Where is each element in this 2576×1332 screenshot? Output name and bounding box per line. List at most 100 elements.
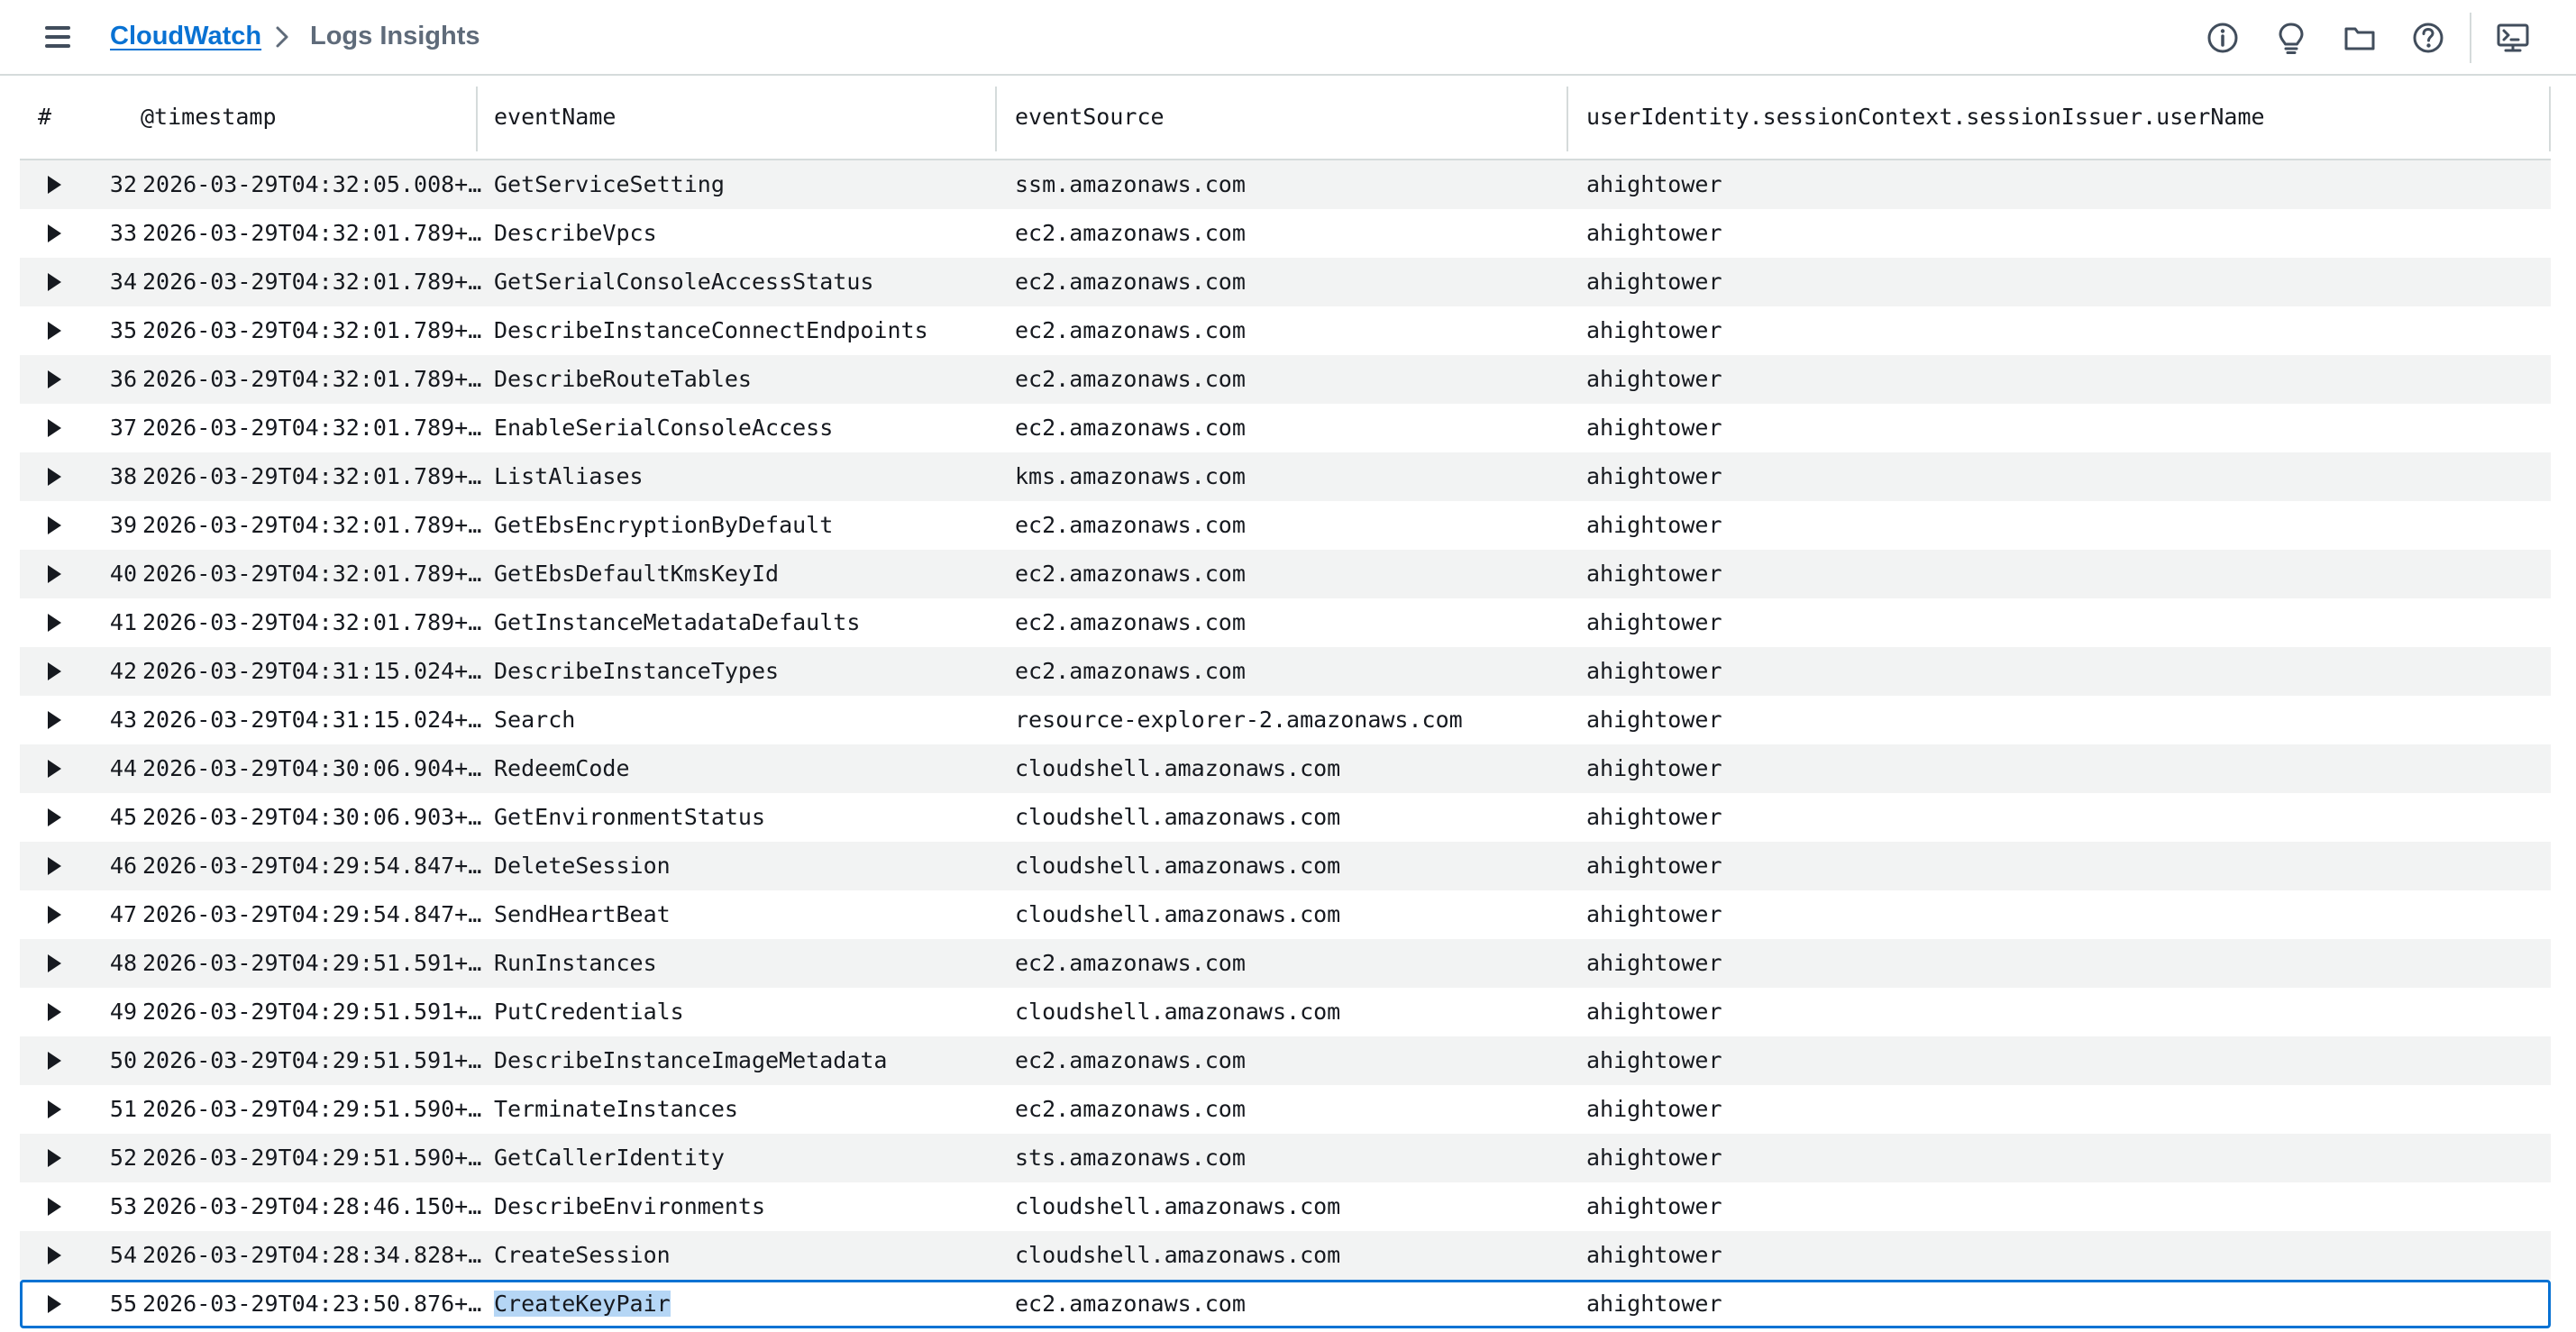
row-index: 48: [109, 950, 137, 976]
row-event-name: Search: [494, 707, 576, 733]
row-event-source: ec2.amazonaws.com: [1015, 317, 1246, 343]
row-timestamp: 2026-03-29T04:32:01.789+…: [142, 366, 482, 392]
expand-caret-icon[interactable]: [48, 516, 61, 534]
row-event-name: EnableSerialConsoleAccess: [494, 415, 834, 441]
table-row[interactable]: 38 2026-03-29T04:32:01.789+… ListAliases km…: [20, 452, 2551, 501]
expand-caret-icon[interactable]: [48, 954, 61, 972]
info-icon[interactable]: [2205, 20, 2241, 56]
folder-icon[interactable]: [2342, 20, 2378, 56]
row-index: 51: [109, 1096, 137, 1122]
expand-caret-icon[interactable]: [48, 273, 61, 291]
table-row[interactable]: 34 2026-03-29T04:32:01.789+… GetSerialCons…: [20, 258, 2551, 306]
row-index: 46: [109, 853, 137, 879]
row-user-name: ahightower: [1586, 463, 1722, 489]
expand-caret-icon[interactable]: [48, 906, 61, 924]
row-user-name: ahightower: [1586, 171, 1722, 197]
row-timestamp: 2026-03-29T04:30:06.903+…: [142, 804, 482, 830]
expand-caret-icon[interactable]: [48, 1246, 61, 1264]
row-index: 41: [109, 609, 137, 635]
row-event-name: GetServiceSetting: [494, 171, 725, 197]
table-row[interactable]: 42 2026-03-29T04:31:15.024+… DescribeInsta…: [20, 647, 2551, 696]
chevron-right-icon: [276, 26, 288, 48]
expand-caret-icon[interactable]: [48, 1295, 61, 1313]
column-header-username[interactable]: userIdentity.sessionContext.sessionIssue…: [1586, 76, 2265, 159]
breadcrumb-cloudwatch-link[interactable]: CloudWatch: [110, 22, 261, 51]
column-resizer[interactable]: [995, 87, 997, 151]
row-event-source: ec2.amazonaws.com: [1015, 609, 1246, 635]
table-row[interactable]: 49 2026-03-29T04:29:51.591+… PutCredential…: [20, 988, 2551, 1036]
row-event-source: ec2.amazonaws.com: [1015, 950, 1246, 976]
table-row[interactable]: 45 2026-03-29T04:30:06.903+… GetEnvironmen…: [20, 793, 2551, 842]
row-user-name: ahightower: [1586, 512, 1722, 538]
column-header-index[interactable]: #: [38, 76, 51, 159]
table-row[interactable]: 53 2026-03-29T04:28:46.150+… DescribeEnvir…: [20, 1182, 2551, 1231]
cloudshell-icon[interactable]: [2495, 20, 2531, 56]
column-resizer[interactable]: [476, 87, 478, 151]
expand-caret-icon[interactable]: [48, 857, 61, 875]
table-row[interactable]: 43 2026-03-29T04:31:15.024+… Search resourc…: [20, 696, 2551, 744]
column-header-eventname[interactable]: eventName: [494, 76, 616, 159]
row-event-name: RunInstances: [494, 950, 657, 976]
row-event-source: sts.amazonaws.com: [1015, 1145, 1246, 1171]
table-row[interactable]: 36 2026-03-29T04:32:01.789+… DescribeRoute…: [20, 355, 2551, 404]
row-event-name: RedeemCode: [494, 755, 630, 781]
table-row[interactable]: 47 2026-03-29T04:29:54.847+… SendHeartBeat…: [20, 890, 2551, 939]
row-timestamp: 2026-03-29T04:32:01.789+…: [142, 220, 482, 246]
row-timestamp: 2026-03-29T04:29:51.590+…: [142, 1096, 482, 1122]
row-timestamp: 2026-03-29T04:23:50.876+…: [142, 1291, 482, 1317]
row-user-name: ahightower: [1586, 999, 1722, 1025]
expand-caret-icon[interactable]: [48, 565, 61, 583]
table-row[interactable]: 44 2026-03-29T04:30:06.904+… RedeemCode clo…: [20, 744, 2551, 793]
results-table: # @timestamp eventName eventSource userI…: [20, 76, 2551, 1332]
row-event-name: GetEbsDefaultKmsKeyId: [494, 561, 780, 587]
row-timestamp: 2026-03-29T04:29:51.591+…: [142, 999, 482, 1025]
row-event-name: DescribeVpcs: [494, 220, 657, 246]
expand-caret-icon[interactable]: [48, 662, 61, 680]
expand-caret-icon[interactable]: [48, 1149, 61, 1167]
help-icon[interactable]: [2410, 20, 2446, 56]
expand-caret-icon[interactable]: [48, 1052, 61, 1070]
table-row[interactable]: 35 2026-03-29T04:32:01.789+… DescribeInsta…: [20, 306, 2551, 355]
expand-caret-icon[interactable]: [48, 1198, 61, 1216]
expand-caret-icon[interactable]: [48, 808, 61, 826]
row-event-source: ec2.amazonaws.com: [1015, 269, 1246, 295]
table-row[interactable]: 40 2026-03-29T04:32:01.789+… GetEbsDefault…: [20, 550, 2551, 598]
expand-caret-icon[interactable]: [48, 176, 61, 194]
row-event-name: DescribeInstanceConnectEndpoints: [494, 317, 928, 343]
row-event-name: PutCredentials: [494, 999, 684, 1025]
expand-caret-icon[interactable]: [48, 322, 61, 340]
table-row[interactable]: 48 2026-03-29T04:29:51.591+… RunInstances e…: [20, 939, 2551, 988]
column-header-eventsource[interactable]: eventSource: [1015, 76, 1165, 159]
row-user-name: ahightower: [1586, 901, 1722, 927]
expand-caret-icon[interactable]: [48, 419, 61, 437]
table-row[interactable]: 32 2026-03-29T04:32:05.008+… GetServiceSet…: [20, 160, 2551, 209]
table-row[interactable]: 37 2026-03-29T04:32:01.789+… EnableSerialC…: [20, 404, 2551, 452]
menu-icon[interactable]: [41, 23, 74, 50]
table-row[interactable]: 41 2026-03-29T04:32:01.789+… GetInstanceMe…: [20, 598, 2551, 647]
table-row[interactable]: 33 2026-03-29T04:32:01.789+… DescribeVpcs e…: [20, 209, 2551, 258]
expand-caret-icon[interactable]: [48, 224, 61, 242]
table-row[interactable]: 50 2026-03-29T04:29:51.591+… DescribeInsta…: [20, 1036, 2551, 1085]
expand-caret-icon[interactable]: [48, 614, 61, 632]
expand-caret-icon[interactable]: [48, 711, 61, 729]
table-row[interactable]: 39 2026-03-29T04:32:01.789+… GetEbsEncrypt…: [20, 501, 2551, 550]
row-index: 49: [109, 999, 137, 1025]
row-timestamp: 2026-03-29T04:29:54.847+…: [142, 901, 482, 927]
row-event-name: DescribeInstanceTypes: [494, 658, 780, 684]
column-header-timestamp[interactable]: @timestamp: [141, 76, 277, 159]
expand-caret-icon[interactable]: [48, 760, 61, 778]
column-resizer[interactable]: [1567, 87, 1568, 151]
expand-caret-icon[interactable]: [48, 1003, 61, 1021]
expand-caret-icon[interactable]: [48, 370, 61, 388]
row-event-name: GetInstanceMetadataDefaults: [494, 609, 861, 635]
expand-caret-icon[interactable]: [48, 1100, 61, 1118]
row-user-name: ahightower: [1586, 755, 1722, 781]
lightbulb-icon[interactable]: [2273, 20, 2309, 56]
table-row[interactable]: 55 2026-03-29T04:23:50.876+… CreateKeyPair…: [20, 1280, 2551, 1328]
table-row[interactable]: 52 2026-03-29T04:29:51.590+… GetCallerIden…: [20, 1134, 2551, 1182]
table-row[interactable]: 46 2026-03-29T04:29:54.847+… DeleteSession…: [20, 842, 2551, 890]
top-navigation-bar: CloudWatch Logs Insights: [0, 0, 2576, 76]
table-row[interactable]: 54 2026-03-29T04:28:34.828+… CreateSession…: [20, 1231, 2551, 1280]
table-row[interactable]: 51 2026-03-29T04:29:51.590+… TerminateInst…: [20, 1085, 2551, 1134]
expand-caret-icon[interactable]: [48, 468, 61, 486]
